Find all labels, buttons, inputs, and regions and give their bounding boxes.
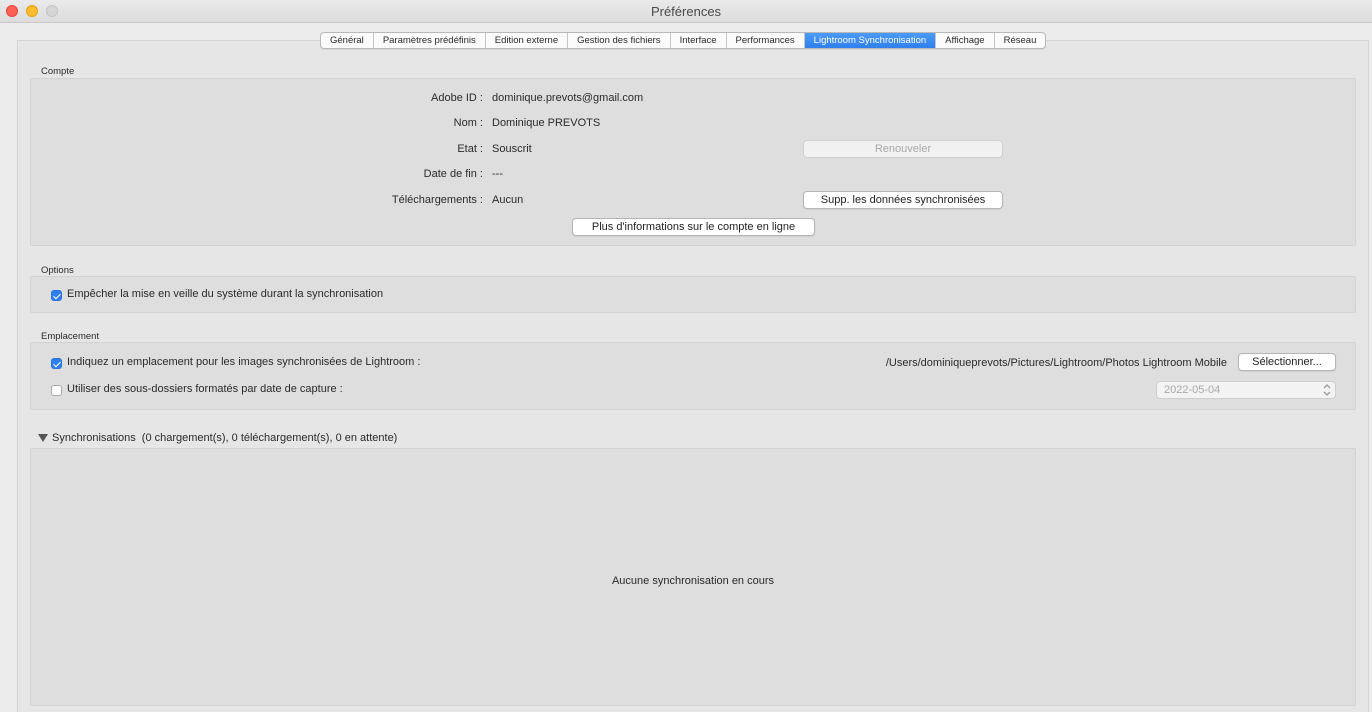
tab-interface[interactable]: Interface	[671, 33, 727, 48]
options-section-label: Options	[41, 265, 74, 276]
prevent-sleep-checkbox[interactable]	[51, 290, 62, 301]
updown-arrows-icon	[1323, 384, 1331, 396]
end-date-label: Date de fin :	[423, 168, 483, 180]
account-section-label: Compte	[41, 66, 75, 77]
account-box: Adobe ID : dominique.prevots@gmail.com N…	[30, 78, 1356, 246]
window-title: Préférences	[650, 4, 722, 19]
renew-button[interactable]: Renouveler	[803, 140, 1003, 158]
syncs-header[interactable]: Synchronisations (0 chargement(s), 0 télé…	[52, 432, 397, 444]
state-value: Souscrit	[492, 143, 532, 155]
syncs-stats: (0 chargement(s), 0 téléchargement(s), 0…	[141, 432, 398, 444]
adobe-id-value: dominique.prevots@gmail.com	[492, 92, 644, 104]
specify-location-checkbox[interactable]	[51, 358, 62, 369]
title-bar: Préférences	[0, 0, 1372, 23]
downloads-value: Aucun	[492, 194, 524, 206]
tab-display[interactable]: Affichage	[936, 33, 995, 48]
date-format-select[interactable]: 2022-05-04	[1156, 381, 1336, 399]
downloads-label: Téléchargements :	[391, 194, 483, 206]
name-label: Nom :	[453, 117, 483, 129]
disclosure-triangle-icon[interactable]	[38, 434, 48, 442]
sync-folder-path: /Users/dominiqueprevots/Pictures/Lightro…	[885, 357, 1227, 369]
options-box: Empêcher la mise en veille du système du…	[30, 276, 1356, 313]
state-label: Etat :	[457, 143, 483, 155]
name-value: Dominique PREVOTS	[492, 117, 601, 129]
tab-file-handling[interactable]: Gestion des fichiers	[568, 33, 671, 48]
tab-general[interactable]: Général	[321, 33, 374, 48]
tab-lightroom-sync[interactable]: Lightroom Synchronisation	[804, 33, 937, 48]
tab-network[interactable]: Réseau	[995, 33, 1046, 48]
specify-location-label[interactable]: Indiquez un emplacement pour les images …	[67, 356, 420, 368]
more-info-button[interactable]: Plus d'informations sur le compte en lig…	[572, 218, 815, 236]
syncs-empty-message: Aucune synchronisation en cours	[611, 575, 775, 587]
tab-presets[interactable]: Paramètres prédéfinis	[374, 33, 486, 48]
adobe-id-label: Adobe ID :	[431, 92, 483, 104]
delete-synced-data-button[interactable]: Supp. les données synchronisées	[803, 191, 1003, 209]
location-box: Indiquez un emplacement pour les images …	[30, 342, 1356, 410]
prevent-sleep-label[interactable]: Empêcher la mise en veille du système du…	[67, 288, 383, 300]
location-section-label: Emplacement	[41, 331, 100, 342]
select-folder-button[interactable]: Sélectionner...	[1238, 353, 1336, 371]
tab-external-editing[interactable]: Edition externe	[486, 33, 569, 48]
subfolders-checkbox[interactable]	[51, 385, 62, 396]
date-format-value: 2022-05-04	[1164, 384, 1221, 396]
syncs-title: Synchronisations	[52, 432, 136, 444]
end-date-value: ---	[492, 168, 503, 180]
tab-performance[interactable]: Performances	[727, 33, 805, 48]
subfolders-label[interactable]: Utiliser des sous-dossiers formatés par …	[67, 383, 343, 395]
tab-bar: Général Paramètres prédéfinis Edition ex…	[320, 32, 1047, 49]
syncs-list-box: Aucune synchronisation en cours	[30, 448, 1356, 706]
